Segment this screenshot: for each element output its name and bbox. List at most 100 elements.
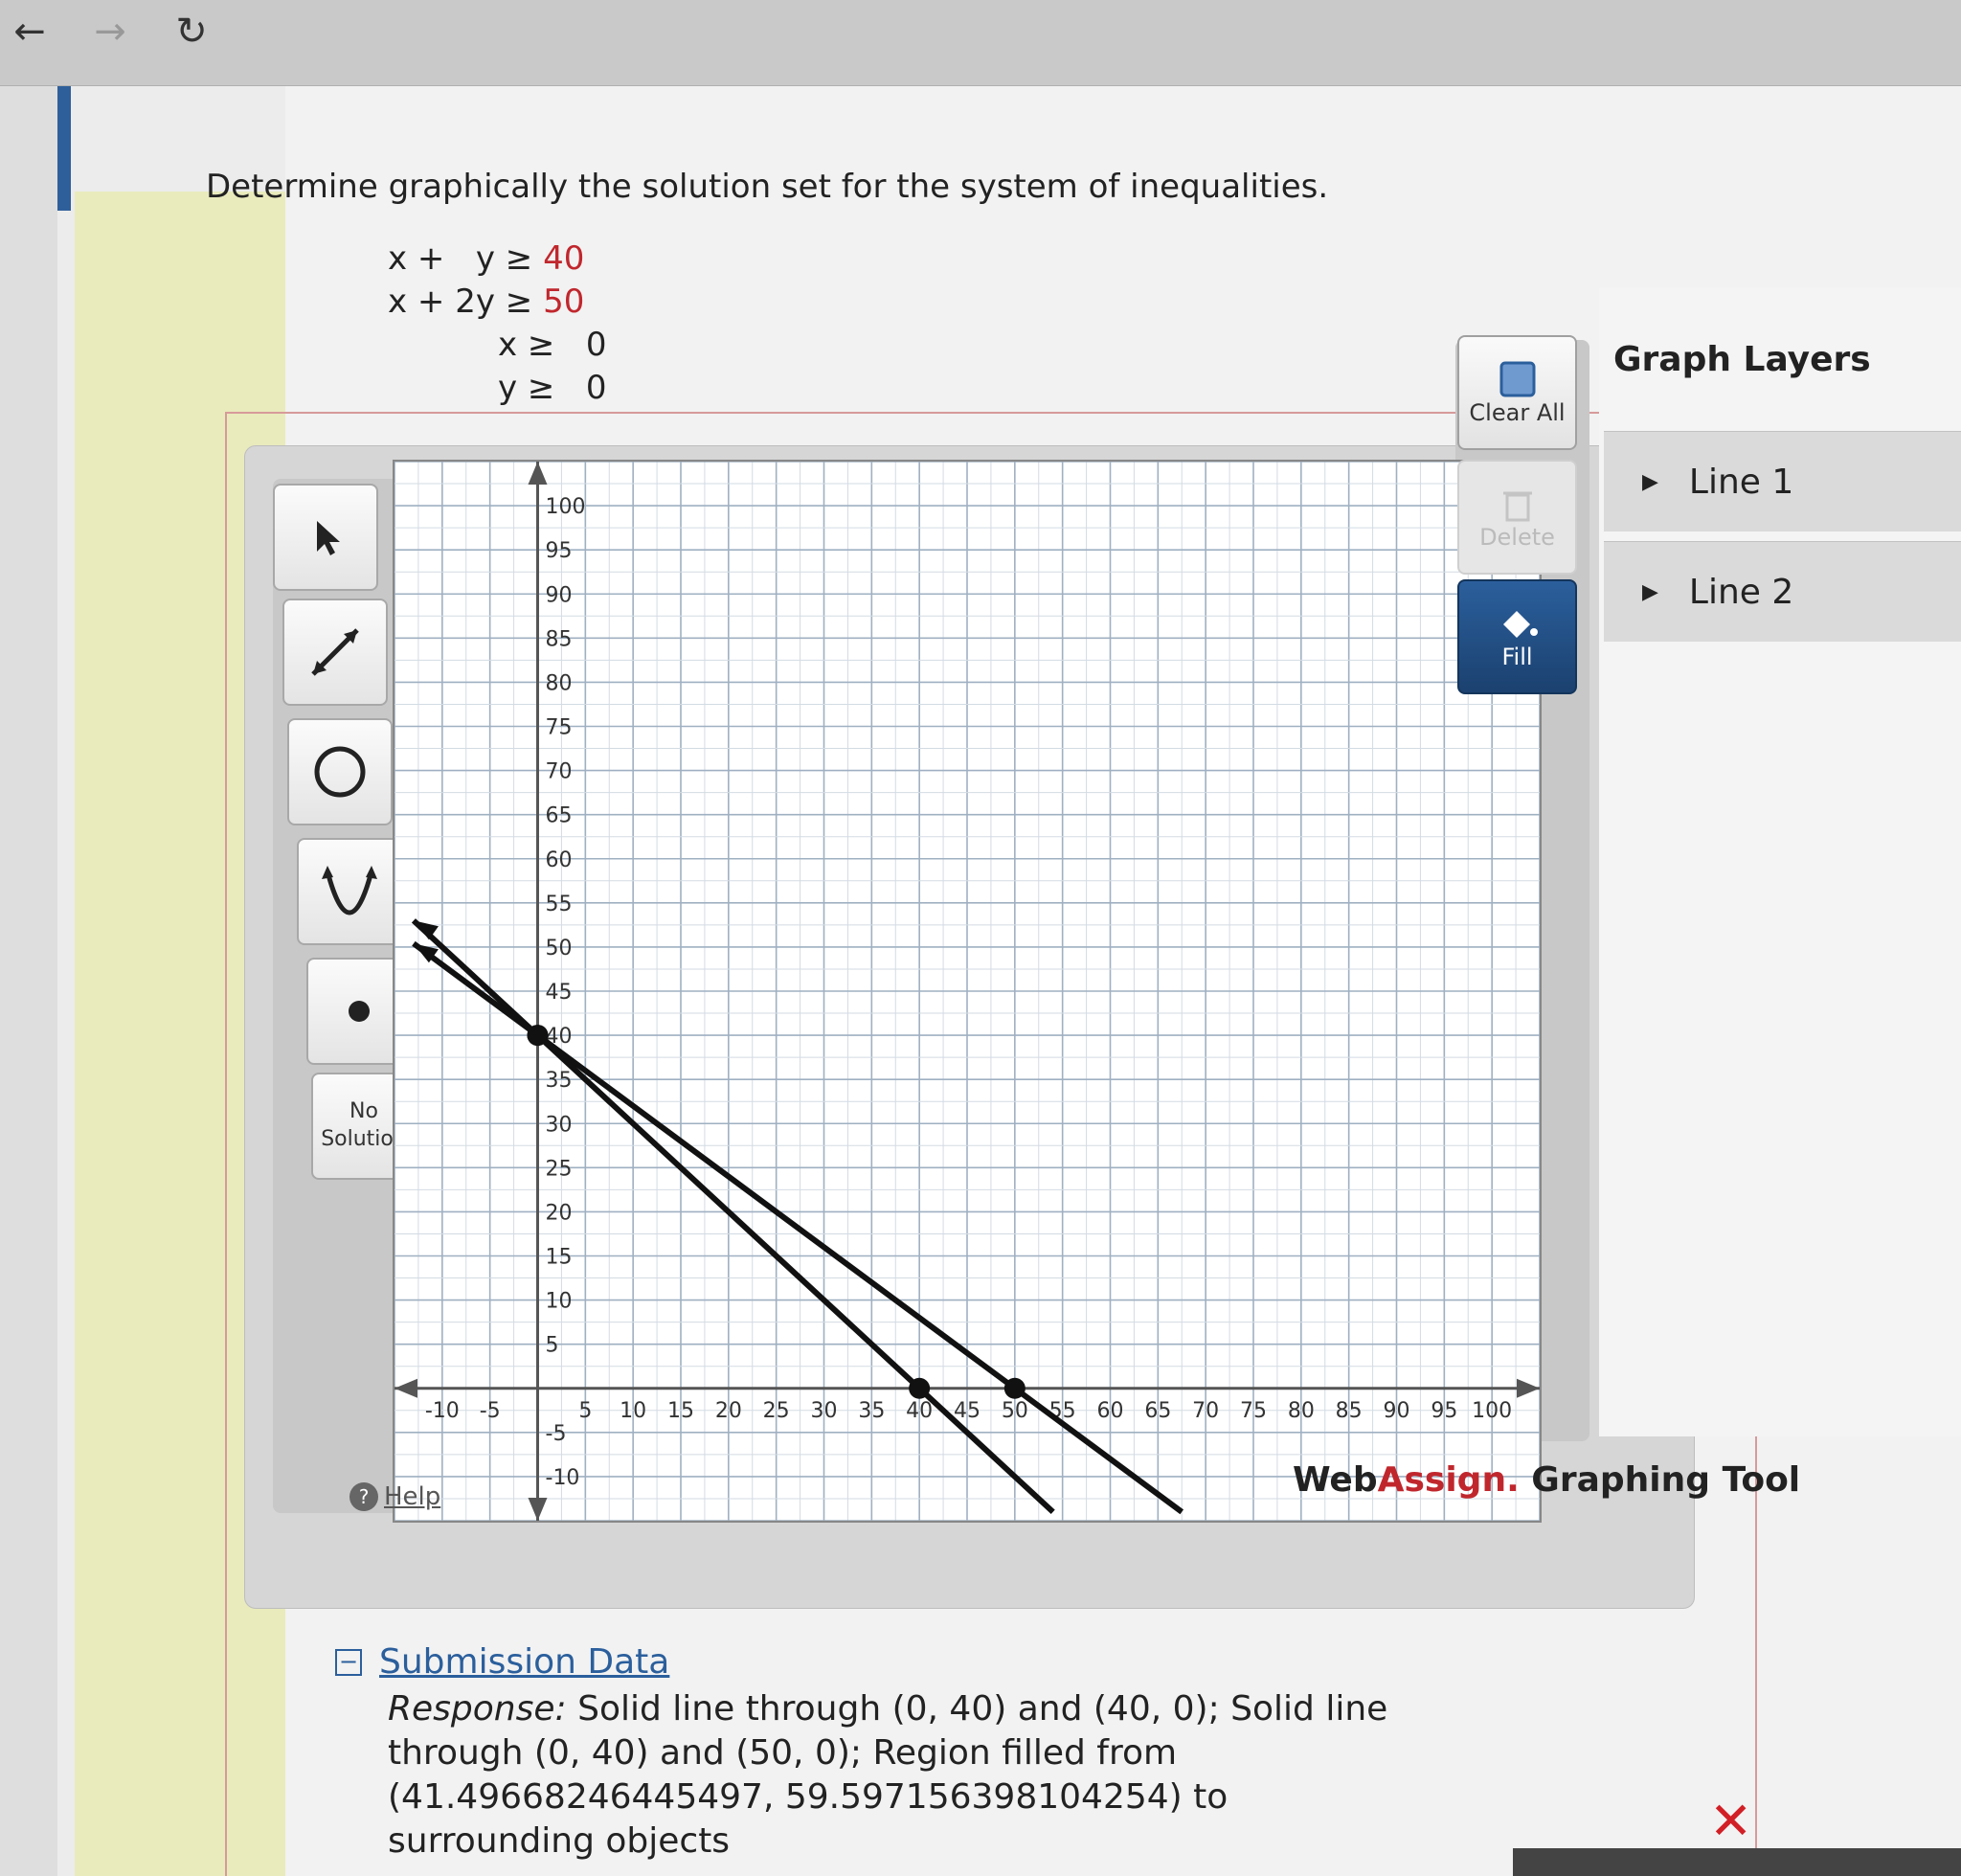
collapse-icon[interactable]: − bbox=[335, 1648, 362, 1676]
y-axis-arrow-up bbox=[528, 462, 548, 485]
y-tick-label: 30 bbox=[546, 1113, 573, 1137]
y-tick-label: 5 bbox=[546, 1334, 559, 1358]
submission-response: Response: Solid line through (0, 40) and… bbox=[388, 1687, 1441, 1864]
y-tick-label: 65 bbox=[546, 804, 573, 828]
inequality-rhs: 40 bbox=[543, 239, 585, 278]
x-tick-label: 5 bbox=[578, 1399, 592, 1423]
arrow-right-icon[interactable]: → bbox=[86, 8, 134, 56]
solution-line[interactable] bbox=[412, 940, 1184, 1515]
parabola-icon bbox=[322, 866, 377, 915]
parabola-tool-button[interactable] bbox=[297, 838, 402, 945]
inequality-rhs: 50 bbox=[543, 283, 585, 321]
y-tick-label: 95 bbox=[546, 539, 573, 563]
y-tick-label: 90 bbox=[546, 583, 573, 607]
line-point[interactable] bbox=[1003, 1377, 1026, 1399]
x-tick-label: 30 bbox=[811, 1399, 838, 1423]
y-tick-label: 85 bbox=[546, 627, 573, 651]
y-tick-label: 100 bbox=[546, 495, 586, 519]
inequality-4: y ≥ 0 bbox=[498, 369, 607, 407]
submission-header[interactable]: − Submission Data bbox=[335, 1642, 1484, 1682]
x-tick-label: 85 bbox=[1336, 1399, 1363, 1423]
x-tick-label: -5 bbox=[480, 1399, 501, 1423]
x-tick-label: 15 bbox=[667, 1399, 694, 1423]
inequality-lhs: x + y ≥ bbox=[388, 239, 533, 278]
x-tick-label: 75 bbox=[1240, 1399, 1267, 1423]
circle-tool-button[interactable] bbox=[287, 718, 393, 825]
solution-line[interactable] bbox=[411, 918, 1055, 1514]
graph-svg[interactable]: -10 -5 5 10 15 20 25 30 35 40 45 50 55 60 65 70 75 80 85 90… bbox=[394, 461, 1541, 1522]
layer-label: Line 2 bbox=[1688, 572, 1794, 612]
x-tick-label: 60 bbox=[1097, 1399, 1124, 1423]
line-point[interactable] bbox=[909, 1377, 931, 1399]
line-arrow-icon bbox=[311, 628, 359, 676]
response-label: Response: bbox=[388, 1689, 567, 1729]
clear-all-label: Clear All bbox=[1469, 399, 1566, 426]
point-icon bbox=[349, 1001, 370, 1022]
inequality-lhs: x + 2y ≥ bbox=[388, 283, 533, 321]
brand-web: Web bbox=[1293, 1460, 1378, 1500]
expand-triangle-icon: ▶ bbox=[1642, 469, 1658, 494]
y-tick-label: 75 bbox=[546, 716, 573, 740]
y-tick-label: 50 bbox=[546, 937, 573, 961]
arrow-left-icon[interactable]: ← bbox=[6, 8, 54, 56]
inequality-3: x ≥ 0 bbox=[498, 326, 607, 364]
y-tick-label: 35 bbox=[546, 1069, 573, 1093]
brand-assign: Assign. bbox=[1377, 1460, 1520, 1500]
x-tick-label: 95 bbox=[1431, 1399, 1457, 1423]
clear-all-button[interactable]: Clear All bbox=[1457, 335, 1577, 450]
x-tick-label: 65 bbox=[1144, 1399, 1171, 1423]
fill-button[interactable]: Fill bbox=[1457, 579, 1577, 694]
delete-button[interactable]: Delete bbox=[1457, 460, 1577, 575]
browser-toolbar: ← → ↻ bbox=[0, 0, 1961, 86]
y-tick-label: -10 bbox=[546, 1466, 580, 1490]
x-tick-label: 50 bbox=[1002, 1399, 1028, 1423]
pointer-tool-button[interactable] bbox=[273, 484, 378, 591]
x-tick-label: 10 bbox=[620, 1399, 646, 1423]
submission-data-section: − Submission Data Response: Solid line t… bbox=[335, 1642, 1484, 1864]
reload-icon[interactable]: ↻ bbox=[168, 8, 215, 56]
y-tick-label: 25 bbox=[546, 1157, 573, 1181]
left-accent-strip bbox=[57, 86, 71, 211]
inequality-1: x + y ≥ 40 bbox=[388, 239, 584, 278]
inequality-rhs: 0 bbox=[585, 369, 607, 407]
inequality-lhs: y ≥ bbox=[498, 369, 555, 407]
pointer-icon bbox=[317, 521, 340, 555]
y-tick-label: 20 bbox=[546, 1201, 573, 1225]
x-axis-arrow-left bbox=[394, 1378, 417, 1398]
x-tick-label: 90 bbox=[1384, 1399, 1410, 1423]
circle-icon bbox=[314, 746, 366, 798]
graph-canvas[interactable]: -10 -5 5 10 15 20 25 30 35 40 45 50 55 60 65 70 75 80 85 90… bbox=[393, 460, 1542, 1523]
graph-layers-title: Graph Layers bbox=[1613, 340, 1871, 379]
line-point[interactable] bbox=[527, 1025, 549, 1047]
x-tick-label: 35 bbox=[858, 1399, 885, 1423]
help-link[interactable]: ? Help bbox=[349, 1482, 440, 1511]
x-tick-label: -10 bbox=[425, 1399, 460, 1423]
y-axis-arrow-down bbox=[528, 1498, 548, 1521]
y-tick-label: 55 bbox=[546, 893, 573, 916]
x-tick-label: 20 bbox=[715, 1399, 742, 1423]
y-tick-label: 70 bbox=[546, 760, 573, 784]
expand-triangle-icon: ▶ bbox=[1642, 579, 1658, 604]
y-tick-label: 80 bbox=[546, 671, 573, 695]
webassign-brand: WebAssign. Graphing Tool bbox=[1293, 1460, 1800, 1500]
inequality-rhs: 0 bbox=[585, 326, 607, 364]
y-tick-label: 45 bbox=[546, 981, 573, 1005]
y-tick-label: 15 bbox=[546, 1246, 573, 1270]
inequality-lhs: x ≥ bbox=[498, 326, 555, 364]
x-tick-label: 25 bbox=[763, 1399, 790, 1423]
submission-heading[interactable]: Submission Data bbox=[379, 1642, 669, 1682]
y-tick-label: -5 bbox=[546, 1422, 567, 1446]
clear-all-icon bbox=[1499, 361, 1535, 397]
x-tick-label: 40 bbox=[906, 1399, 933, 1423]
line-tool-button[interactable] bbox=[282, 599, 388, 706]
x-tick-label: 100 bbox=[1472, 1399, 1512, 1423]
paint-bucket-icon bbox=[1502, 611, 1538, 638]
os-dock bbox=[1513, 1848, 1961, 1876]
incorrect-x-icon: ✕ bbox=[1709, 1791, 1753, 1851]
layer-label: Line 1 bbox=[1688, 462, 1794, 502]
inequality-2: x + 2y ≥ 50 bbox=[388, 283, 584, 321]
layer-item-line-2[interactable]: ▶ Line 2 bbox=[1604, 541, 1961, 642]
layer-item-line-1[interactable]: ▶ Line 1 bbox=[1604, 431, 1961, 531]
help-icon: ? bbox=[349, 1482, 378, 1511]
help-label: Help bbox=[384, 1482, 441, 1511]
